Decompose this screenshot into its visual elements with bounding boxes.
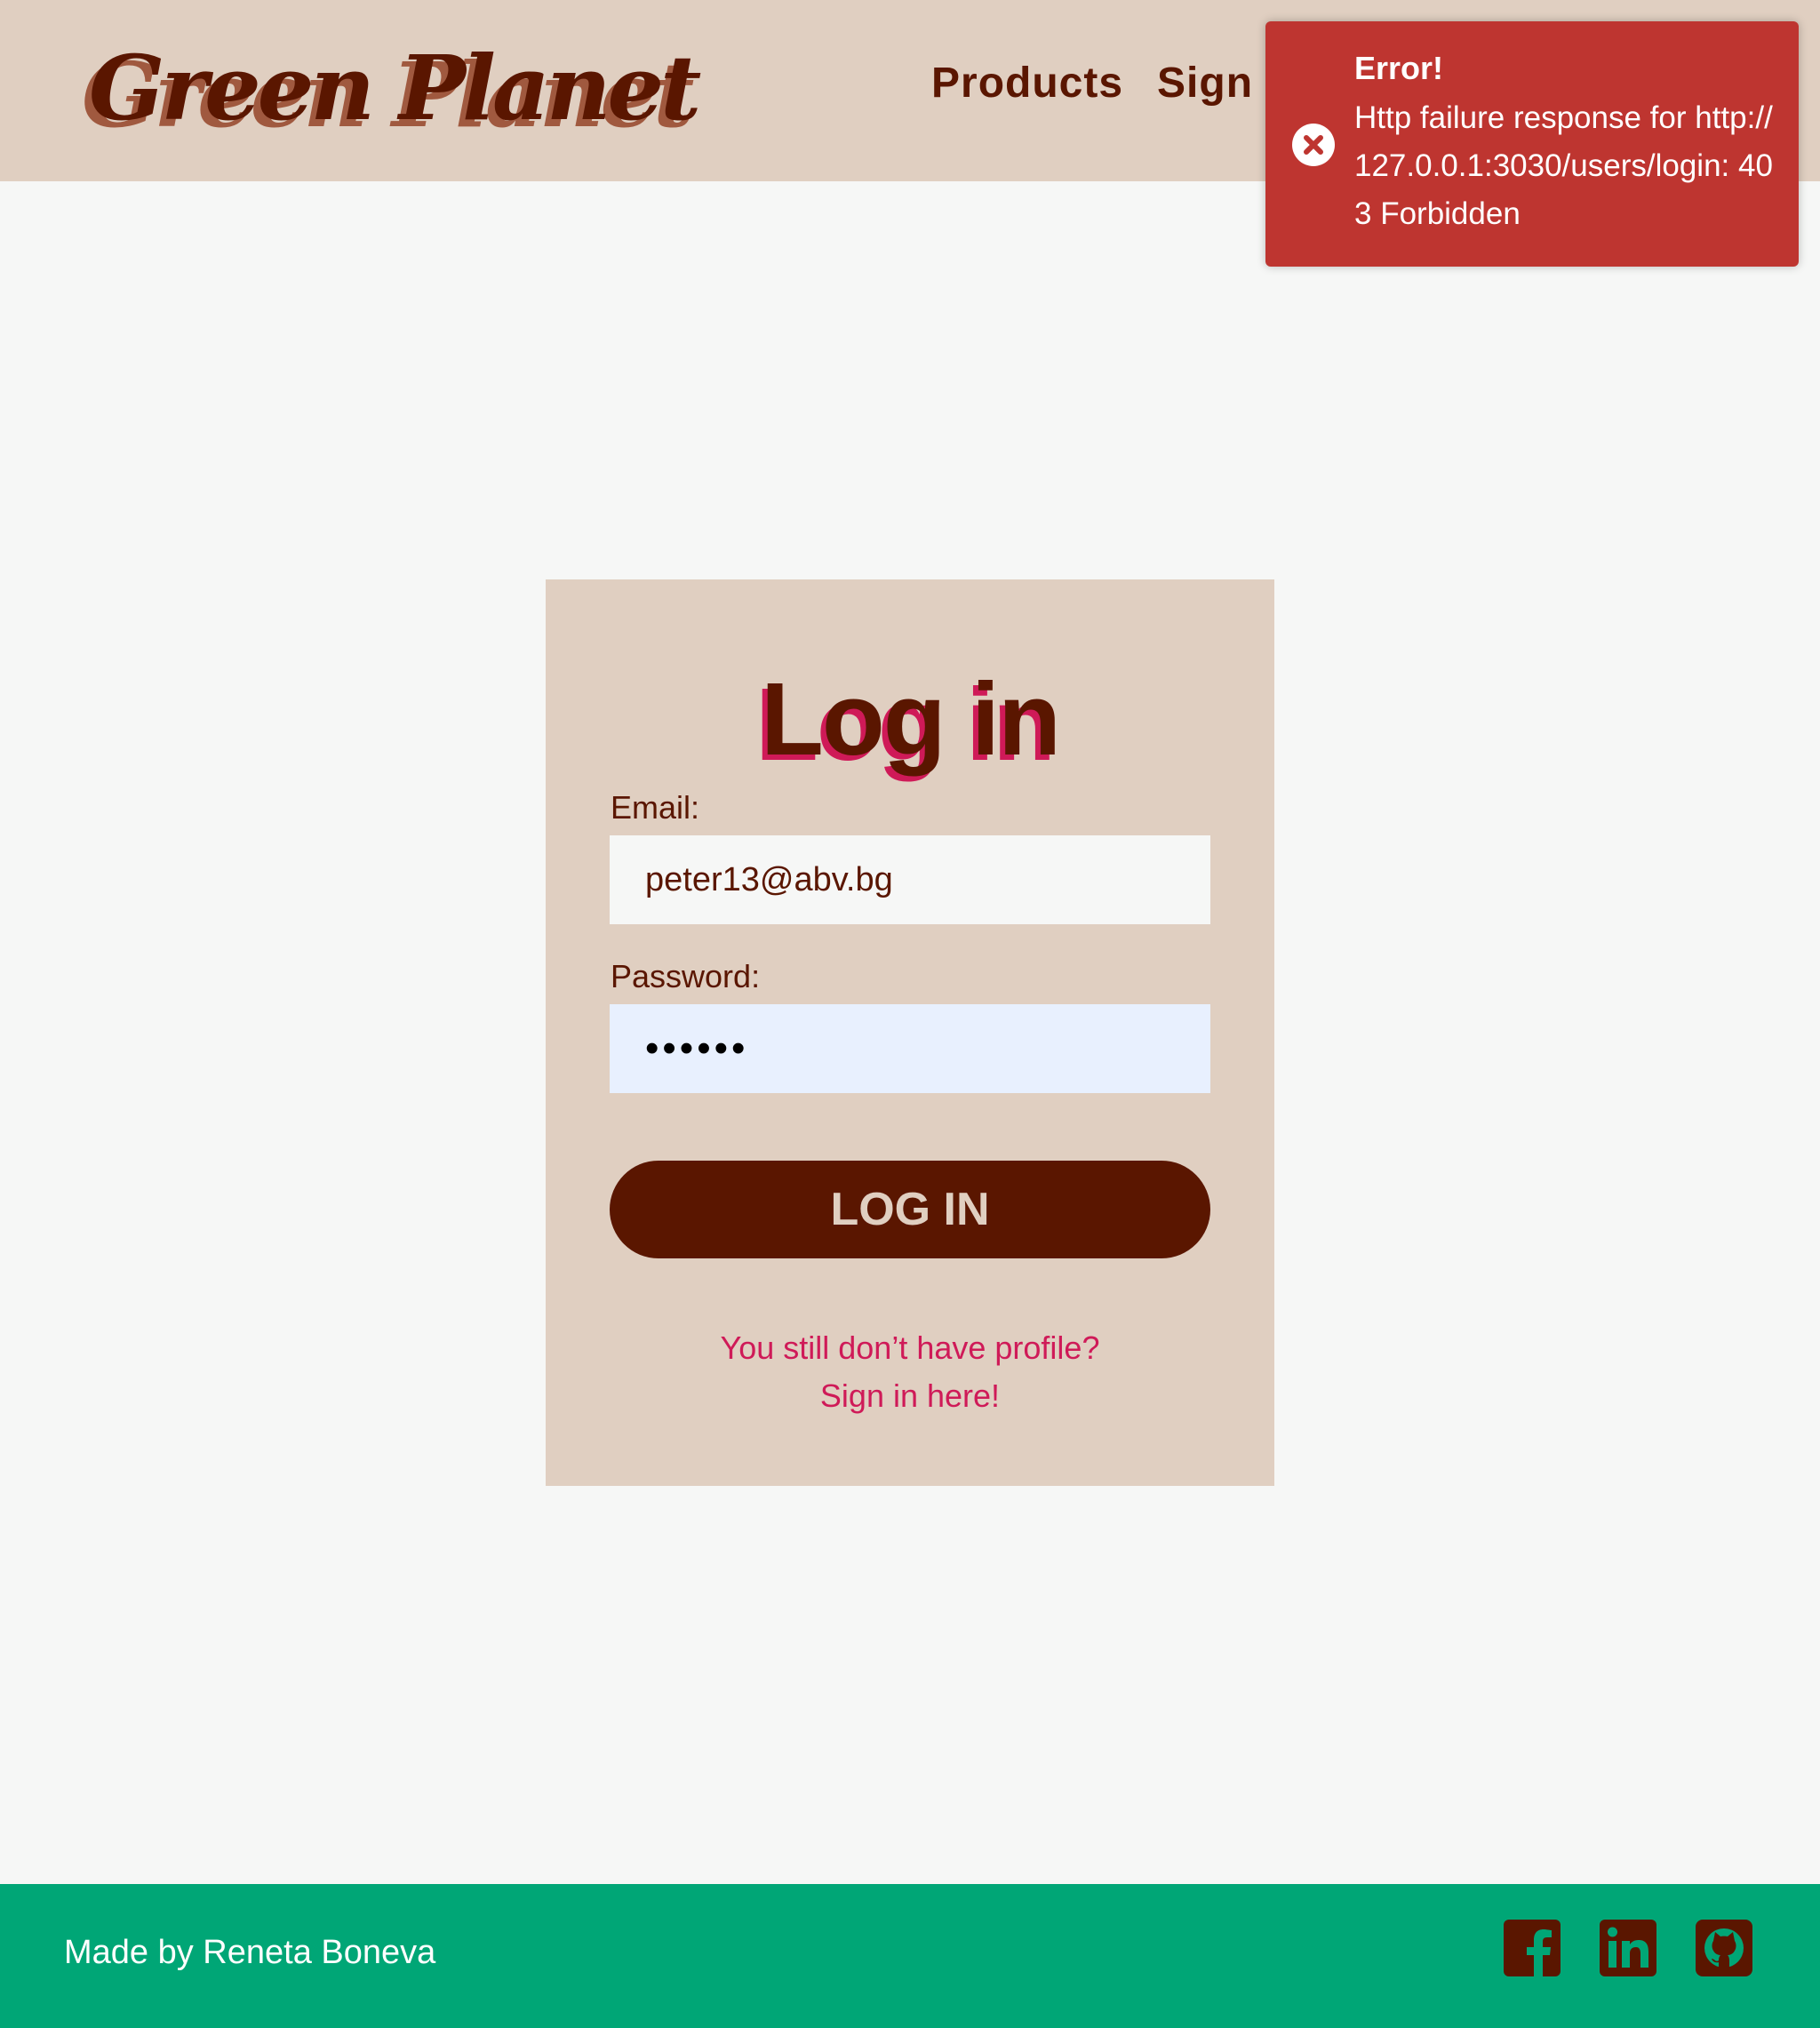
error-x-circle-icon — [1292, 124, 1335, 166]
password-field[interactable] — [610, 1004, 1210, 1093]
site-logo[interactable]: Green Planet — [89, 36, 701, 140]
email-label: Email: — [611, 789, 700, 826]
login-button[interactable]: LOG IN — [610, 1161, 1210, 1258]
toast-message: Http failure response for http://127.0.0… — [1354, 100, 1773, 231]
page-title: Log in — [761, 661, 1061, 777]
toast-title: Error! — [1354, 50, 1444, 86]
signup-prompt: You still don’t have profile? — [720, 1329, 1100, 1366]
facebook-icon[interactable] — [1504, 1920, 1561, 1976]
main-nav: Products Sign In — [931, 59, 1305, 108]
site-footer: Made by Reneta Boneva — [0, 1884, 1820, 2028]
linkedin-icon[interactable] — [1600, 1920, 1656, 1976]
password-label: Password: — [611, 958, 761, 994]
footer-credit: Made by Reneta Boneva — [64, 1934, 436, 1971]
nav-products-link[interactable]: Products — [931, 59, 1123, 108]
signup-link[interactable]: Sign in here! — [546, 1372, 1274, 1420]
github-icon[interactable] — [1696, 1920, 1752, 1976]
login-card: Log in Email: Password: LOG IN You still… — [546, 579, 1274, 1486]
error-toast[interactable]: Error! Http failure response for http://… — [1265, 21, 1799, 267]
email-field[interactable] — [610, 835, 1210, 924]
